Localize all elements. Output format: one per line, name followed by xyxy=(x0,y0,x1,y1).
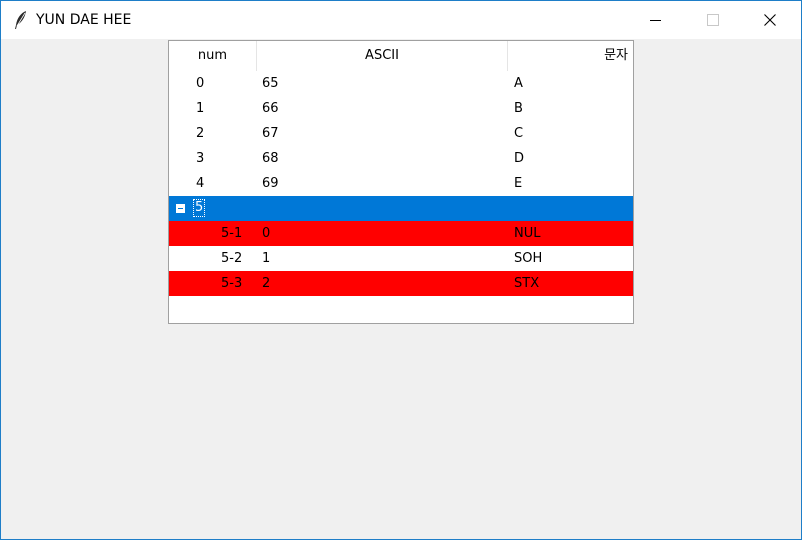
tree-row-child[interactable]: 5-2 1 SOH xyxy=(169,246,633,271)
cell-char: E xyxy=(514,176,523,191)
cell-char: SOH xyxy=(514,251,543,266)
feather-icon xyxy=(15,11,26,29)
close-icon xyxy=(764,14,776,26)
cell-char: D xyxy=(514,151,525,166)
treeview[interactable]: num ASCII 문자 0 65 A 1 66 B 2 67 C 3 68 D… xyxy=(168,40,634,324)
cell-char: NUL xyxy=(514,226,541,241)
window-title: YUN DAE HEE xyxy=(36,12,132,28)
tree-row[interactable]: 0 65 A xyxy=(169,71,633,96)
tree-row[interactable]: 4 69 E xyxy=(169,171,633,196)
cell-ascii: 65 xyxy=(262,76,279,91)
cell-ascii: 0 xyxy=(262,226,271,241)
title-bar[interactable]: YUN DAE HEE xyxy=(1,1,801,39)
app-window: YUN DAE HEE num ASCII 문자 0 65 A 1 66 B 2… xyxy=(0,0,802,540)
cell-char: C xyxy=(514,126,524,141)
cell-ascii: 69 xyxy=(262,176,279,191)
collapse-toggle[interactable] xyxy=(176,204,185,213)
cell-ascii: 66 xyxy=(262,101,279,116)
tree-row[interactable]: 2 67 C xyxy=(169,121,633,146)
cell-ascii: 2 xyxy=(262,276,271,291)
cell-ascii: 68 xyxy=(262,151,279,166)
cell-num: 0 xyxy=(196,76,205,91)
maximize-button[interactable] xyxy=(689,1,735,39)
cell-num: 2 xyxy=(196,126,205,141)
cell-num: 1 xyxy=(196,101,205,116)
cell-ascii: 1 xyxy=(262,251,271,266)
cell-num: 4 xyxy=(196,176,205,191)
tree-row-child[interactable]: 5-3 2 STX xyxy=(169,271,633,296)
cell-char: B xyxy=(514,101,523,116)
cell-num: 5-2 xyxy=(221,251,243,266)
cell-num: 3 xyxy=(196,151,205,166)
minimize-button[interactable] xyxy=(633,1,679,39)
cell-num: 5-3 xyxy=(221,276,243,291)
cell-num: 5-1 xyxy=(221,226,243,241)
tree-row-child[interactable]: 5-1 0 NUL xyxy=(169,221,633,246)
minus-icon xyxy=(178,208,183,209)
column-header-char[interactable]: 문자 xyxy=(508,41,628,71)
cell-char: STX xyxy=(514,276,540,291)
treeview-header: num ASCII 문자 xyxy=(169,41,633,71)
close-button[interactable] xyxy=(747,1,793,39)
tree-row[interactable]: 1 66 B xyxy=(169,96,633,121)
minimize-icon xyxy=(650,20,661,21)
column-header-ascii[interactable]: ASCII xyxy=(257,41,508,71)
tree-row[interactable]: 3 68 D xyxy=(169,146,633,171)
cell-char: A xyxy=(514,76,523,91)
maximize-icon xyxy=(707,14,719,26)
tree-row-parent-selected[interactable]: 5 xyxy=(169,196,633,221)
cell-num: 5 xyxy=(192,199,206,217)
cell-ascii: 67 xyxy=(262,126,279,141)
column-header-num[interactable]: num xyxy=(169,41,257,71)
